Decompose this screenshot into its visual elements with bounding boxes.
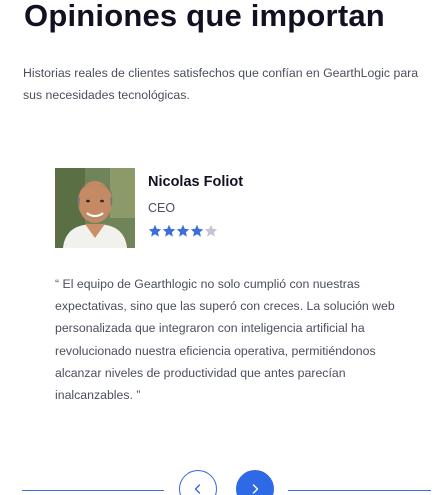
section-subheading: Historias reales de clientes satisfechos… (23, 66, 419, 102)
chevron-right-icon (252, 484, 259, 494)
avatar (55, 168, 135, 248)
testimonial-quote: “ El equipo de Gearthlogic no solo cumpl… (55, 277, 395, 403)
divider-line-left (22, 490, 164, 491)
star-filled-icon (190, 224, 204, 237)
star-empty-icon (204, 224, 218, 237)
star-rating (148, 224, 218, 238)
testimonials-section: Opiniones que importan Historias reales … (0, 0, 435, 495)
section-heading: Opiniones que importan (24, 0, 385, 33)
next-button[interactable] (236, 470, 274, 495)
star-filled-icon (162, 224, 176, 237)
prev-button[interactable] (179, 470, 217, 495)
star-filled-icon (176, 224, 190, 237)
carousel-navigation (0, 468, 435, 495)
chevron-left-icon (194, 484, 201, 494)
customer-name: Nicolas Foliot (148, 174, 244, 190)
star-filled-icon (148, 224, 162, 237)
customer-role: CEO (148, 201, 176, 215)
divider-line-right (288, 490, 431, 491)
